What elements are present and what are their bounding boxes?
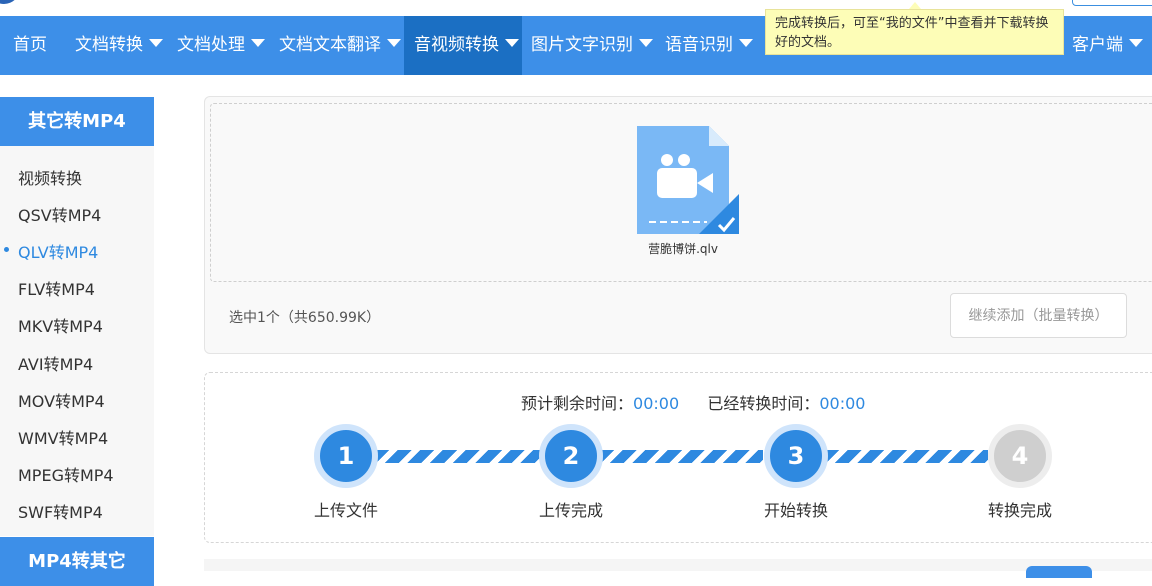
- nav-av-convert[interactable]: 音视频转换: [404, 16, 522, 75]
- chevron-down-icon: [251, 39, 265, 47]
- nav-home-label: 首页: [13, 35, 47, 55]
- tooltip: 完成转换后，可至“我的文件”中查看并下载转换好的文档。: [765, 9, 1064, 55]
- progress-connector-3: [825, 450, 988, 463]
- time-row: 预计剩余时间：00:00 已经转换时间：00:00: [521, 390, 865, 414]
- chevron-down-icon: [149, 39, 163, 47]
- sidebar-heading-2: MP4转其它: [0, 537, 154, 586]
- chevron-down-icon: [639, 39, 653, 47]
- add-more-button[interactable]: 继续添加（批量转换）: [950, 293, 1127, 338]
- elapsed-label: 已经转换时间：: [707, 394, 820, 413]
- remaining-label: 预计剩余时间：: [521, 394, 634, 413]
- step-1-label: 上传文件: [313, 501, 378, 520]
- nav-speech[interactable]: 语音识别: [665, 16, 753, 75]
- step-4-circle: 4: [988, 424, 1052, 488]
- nav-label: 文档处理: [177, 35, 245, 55]
- nav-ocr[interactable]: 图片文字识别: [531, 16, 653, 75]
- sidebar-heading: 其它转MP4: [0, 97, 154, 146]
- chevron-down-icon: [387, 39, 401, 47]
- progress-connector-2: [600, 450, 763, 463]
- elapsed-value: 00:00: [819, 394, 866, 413]
- remaining-value: 00:00: [633, 394, 680, 413]
- sidebar-item-wmv[interactable]: WMV转MP4: [18, 425, 108, 449]
- sidebar-item-mov[interactable]: MOV转MP4: [18, 388, 105, 412]
- nav-label: 文档转换: [75, 35, 143, 55]
- step-2-label: 上传完成: [538, 501, 603, 520]
- nav-label: 音视频转换: [414, 35, 499, 55]
- nav-label: 文档文本翻译: [279, 35, 381, 55]
- video-file-icon[interactable]: [637, 126, 739, 234]
- file-name: 营脆博饼.qlv: [648, 242, 718, 256]
- tooltip-text: 完成转换后，可至“我的文件”中查看并下载转换好的文档。: [775, 16, 1049, 50]
- logo-icon[interactable]: [0, 0, 30, 10]
- tooltip-arrow: [909, 2, 921, 9]
- nav-doc-translate[interactable]: 文档文本翻译: [279, 16, 401, 75]
- nav-label: 客户端: [1072, 35, 1123, 55]
- chevron-down-icon: [739, 39, 753, 47]
- step-3-label: 开始转换: [763, 501, 828, 520]
- nav-doc-process[interactable]: 文档处理: [177, 16, 265, 75]
- sidebar-item-qlv[interactable]: QLV转MP4: [18, 239, 98, 263]
- sidebar-item-mkv[interactable]: MKV转MP4: [18, 313, 103, 337]
- nav-label: 语音识别: [665, 35, 733, 55]
- bottom-panel: [204, 559, 1152, 571]
- step-1-circle: 1: [314, 424, 378, 488]
- step-2-circle: 2: [539, 424, 603, 488]
- nav-label: 图片文字识别: [531, 35, 633, 55]
- sidebar-item-video-convert[interactable]: 视频转换: [18, 165, 82, 189]
- bottom-button[interactable]: [1026, 566, 1092, 578]
- sidebar-item-flv[interactable]: FLV转MP4: [18, 276, 95, 300]
- sidebar-item-mpeg[interactable]: MPEG转MP4: [18, 462, 114, 486]
- sidebar-item-swf[interactable]: SWF转MP4: [18, 499, 103, 523]
- chevron-down-icon: [1129, 39, 1143, 47]
- sidebar-item-qsv[interactable]: QSV转MP4: [18, 202, 101, 226]
- progress-connector-1: [375, 450, 540, 463]
- active-dot-icon: [4, 247, 9, 252]
- nav-doc-convert[interactable]: 文档转换: [75, 16, 163, 75]
- top-right-button[interactable]: [1072, 0, 1152, 6]
- nav-client[interactable]: 客户端: [1072, 16, 1143, 75]
- sidebar-list: 视频转换 QSV转MP4 QLV转MP4 FLV转MP4 MKV转MP4 AVI…: [0, 146, 154, 536]
- chevron-down-icon: [505, 39, 519, 47]
- selected-summary: 选中1个（共650.99K）: [229, 310, 381, 326]
- step-3-circle: 3: [764, 424, 828, 488]
- step-4-label: 转换完成: [987, 501, 1052, 520]
- nav-home[interactable]: 首页: [0, 16, 60, 75]
- sidebar-item-avi[interactable]: AVI转MP4: [18, 351, 93, 375]
